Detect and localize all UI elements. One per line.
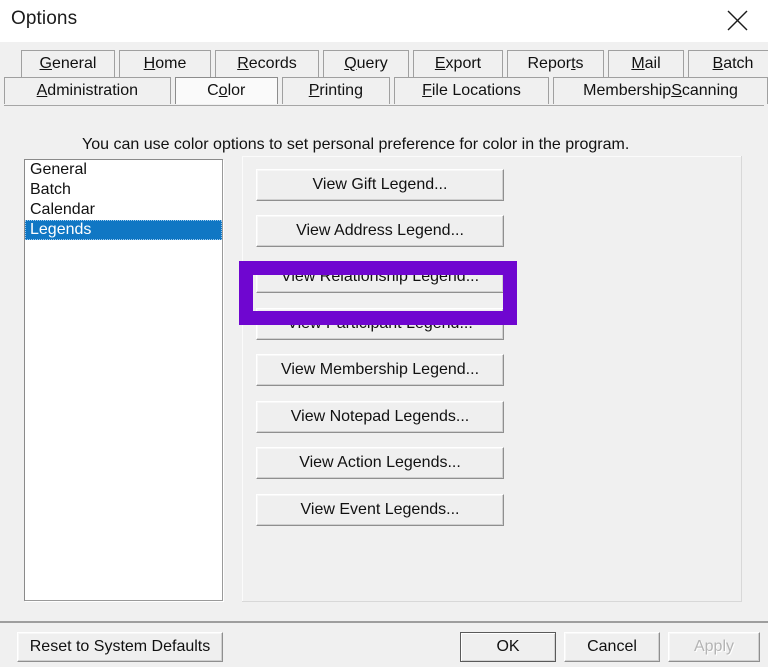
tab-reports[interactable]: Repor t s	[507, 50, 604, 77]
tab-row-secondary: Administration Co lor Printing File Locat…	[0, 77, 768, 104]
ok-button[interactable]: OK	[460, 632, 556, 662]
cancel-button[interactable]: Cancel	[564, 632, 660, 662]
list-item[interactable]: Calendar	[25, 200, 222, 220]
view-action-legends-button[interactable]: View Action Legends...	[256, 447, 504, 479]
reset-to-system-defaults-button[interactable]: Reset to System Defaults	[17, 632, 223, 662]
close-button[interactable]	[706, 0, 768, 42]
tab-general[interactable]: General	[21, 50, 115, 77]
view-gift-legend-button[interactable]: View Gift Legend...	[256, 169, 504, 201]
tab-color[interactable]: Co lor	[174, 77, 278, 104]
view-notepad-legends-button[interactable]: View Notepad Legends...	[256, 401, 504, 433]
tab-batch[interactable]: Batch	[688, 50, 768, 77]
color-options-panel: You can use color options to set persona…	[0, 106, 768, 621]
legend-button-group: View Gift Legend... View Address Legend.…	[242, 156, 742, 602]
view-address-legend-button[interactable]: View Address Legend...	[256, 215, 504, 247]
view-membership-legend-button[interactable]: View Membership Legend...	[256, 354, 504, 386]
view-event-legends-button[interactable]: View Event Legends...	[256, 494, 504, 526]
title-bar: Options	[0, 0, 768, 42]
tab-records[interactable]: Records	[215, 50, 319, 77]
list-item[interactable]: Batch	[25, 180, 222, 200]
tab-home[interactable]: Home	[119, 50, 211, 77]
tab-mail[interactable]: Mail	[608, 50, 684, 77]
list-item-selected[interactable]: Legends	[25, 220, 222, 240]
window-title: Options	[11, 8, 78, 29]
tab-file-locations[interactable]: File Locations	[393, 77, 550, 104]
panel-description: You can use color options to set persona…	[82, 136, 630, 153]
tab-printing[interactable]: Printing	[281, 77, 390, 104]
tab-row-primary: General Home Records Query Export Repor t…	[0, 50, 768, 77]
tab-membership-scanning[interactable]: Membership Scanning	[553, 77, 768, 104]
dialog-footer: Reset to System Defaults OK Cancel Apply	[0, 623, 768, 667]
tab-administration[interactable]: Administration	[4, 77, 171, 104]
view-relationship-legend-button[interactable]: View Relationship Legend...	[256, 261, 504, 293]
view-participant-legend-button[interactable]: View Participant Legend...	[256, 308, 504, 340]
list-item[interactable]: General	[25, 160, 222, 180]
options-dialog: Options General Home Records Query Expor…	[0, 0, 768, 667]
category-list[interactable]: General Batch Calendar Legends	[24, 159, 223, 601]
tab-query[interactable]: Query	[323, 50, 409, 77]
tab-strip: General Home Records Query Export Repor t…	[0, 42, 768, 106]
tab-export[interactable]: Export	[413, 50, 503, 77]
apply-button: Apply	[668, 632, 760, 662]
